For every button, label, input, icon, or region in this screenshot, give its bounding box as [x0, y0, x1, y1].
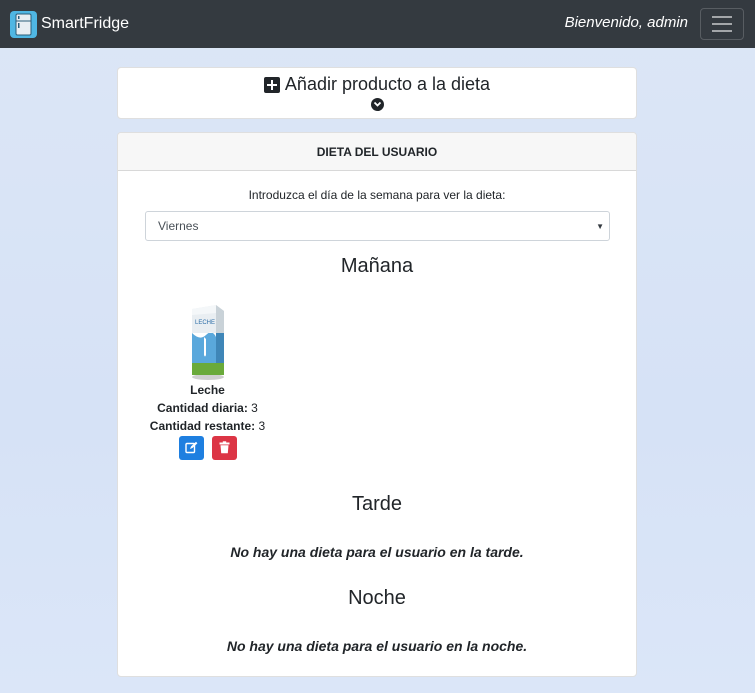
remaining-quantity: Cantidad restante: 3 — [145, 419, 270, 433]
diet-card-header: DIETA DEL USUARIO — [118, 133, 636, 171]
add-product-title[interactable]: Añadir producto a la dieta — [285, 74, 490, 95]
section-title-afternoon: Tarde — [351, 493, 403, 515]
product-actions — [145, 436, 270, 460]
remaining-quantity-value: 3 — [258, 419, 266, 433]
fridge-logo-icon — [10, 10, 37, 38]
edit-button[interactable] — [178, 436, 204, 460]
afternoon-empty-message: No hay una dieta para el usuario en la t… — [230, 544, 524, 560]
daily-quantity-value: 3 — [251, 401, 258, 415]
milk-carton-icon: LECHE — [186, 303, 230, 381]
brand-name[interactable]: SmartFridge — [41, 15, 129, 33]
add-product-header[interactable]: Añadir producto a la dieta — [118, 74, 636, 95]
remaining-quantity-label: Cantidad restante: — [149, 419, 256, 433]
diet-card: DIETA DEL USUARIO Introduzca el día de l… — [117, 132, 637, 677]
product-name: Leche — [190, 383, 225, 397]
caret-down-icon: ▼ — [596, 222, 604, 231]
daily-quantity-label: Cantidad diaria: — [157, 401, 248, 415]
welcome-text: Bienvenido, admin — [564, 14, 688, 31]
edit-icon — [184, 441, 197, 454]
navbar: SmartFridge Bienvenido, admin — [0, 0, 755, 48]
delete-button[interactable] — [211, 436, 237, 460]
product-card: LECHE Leche Cantidad diaria: 3 Cantidad … — [145, 303, 270, 460]
section-title-morning: Mañana — [340, 255, 414, 277]
daily-quantity: Cantidad diaria: 3 — [145, 401, 270, 415]
trash-icon — [219, 441, 229, 454]
add-product-card[interactable]: Añadir producto a la dieta — [117, 67, 637, 119]
chevron-circle-down-icon[interactable] — [371, 98, 384, 111]
night-empty-message: No hay una dieta para el usuario en la n… — [226, 638, 528, 654]
day-prompt: Introduzca el día de la semana para ver … — [248, 188, 506, 202]
day-select[interactable]: Viernes ▼ — [145, 211, 610, 241]
hamburger-menu-icon[interactable] — [700, 8, 744, 40]
svg-text:LECHE: LECHE — [195, 320, 215, 326]
brand[interactable]: SmartFridge — [10, 10, 129, 38]
section-title-night: Noche — [348, 587, 406, 609]
day-select-value: Viernes — [158, 219, 199, 233]
plus-square-icon — [263, 76, 280, 93]
